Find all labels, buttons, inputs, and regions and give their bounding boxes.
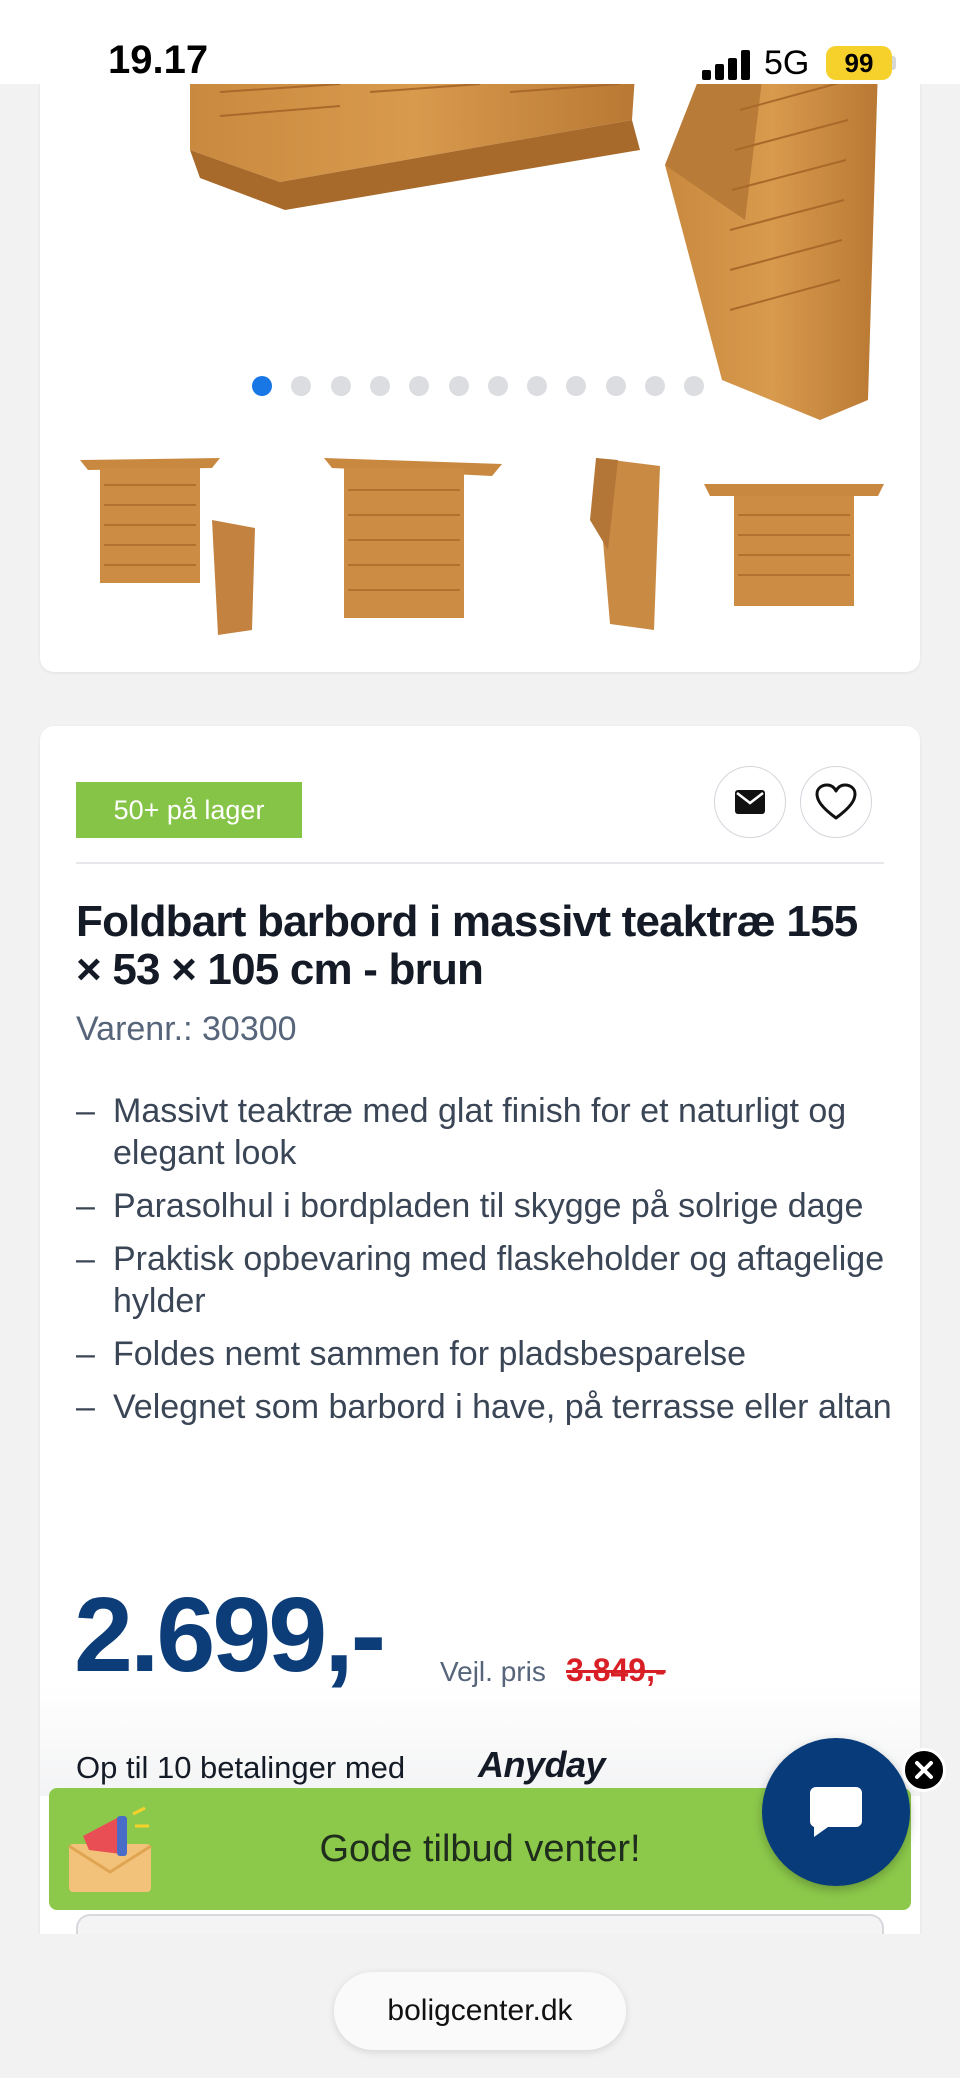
chat-bubble-icon [809,1787,862,1837]
thumbnail-1[interactable] [60,440,270,650]
gallery-dot[interactable] [645,376,665,396]
divider [76,862,884,864]
recommended-price: 3.849,- [566,1652,666,1688]
dash-icon: – [76,1335,95,1373]
feature-text: Foldes nemt sammen for pladsbesparelse [113,1335,747,1373]
sku-value: 30300 [202,1010,297,1048]
gallery-dot[interactable] [527,376,548,396]
thumbnail-strip [40,440,920,650]
feature-text: Praktisk opbevaring med flaskeholder og … [113,1240,885,1320]
wishlist-button[interactable] [800,766,872,838]
signal-icon [702,48,750,80]
browser-bottom-bar: boligcenter.dk [0,1934,960,2078]
dash-icon: – [76,1092,95,1130]
status-time: 19.17 [108,38,209,82]
feature-text: Parasolhul i bordpladen til skygge på so… [113,1187,864,1225]
sku-label: Varenr.: [76,1010,193,1048]
battery-tip [892,56,896,70]
gallery-dot[interactable] [448,376,469,396]
feature-text: Massivt teaktræ med glat finish for et n… [113,1092,847,1172]
thumbnail-4[interactable] [700,440,920,650]
chat-close-button[interactable] [902,1748,946,1792]
gallery-dot[interactable] [369,376,390,396]
thumbnail-2[interactable] [302,440,512,650]
dash-icon: – [76,1388,95,1426]
feature-item: – Parasolhul i bordpladen til skygge på s… [76,1185,896,1227]
recommended-price-label: Vejl. pris [440,1656,546,1687]
heart-icon [815,783,857,820]
gallery-dot[interactable] [605,376,626,396]
anyday-logo[interactable]: Anyday [478,1744,606,1786]
feature-item: – Foldes nemt sammen for pladsbesparelse [76,1333,896,1375]
close-icon [915,1761,933,1779]
feature-item: – Massivt teaktræ med glat finish for et … [76,1090,896,1174]
sku: Varenr.: 30300 [76,1010,297,1049]
feature-text: Velegnet som barbord i have, på terrasse… [113,1388,892,1426]
envelope-icon [735,790,765,814]
price: 2.699,- [74,1576,386,1694]
dash-icon: – [76,1187,95,1225]
installments-text: Op til 10 betalinger med [76,1750,406,1785]
gallery-dot[interactable] [487,376,508,396]
dash-icon: – [76,1240,95,1278]
chat-button[interactable] [762,1738,910,1886]
feature-item: – Praktisk opbevaring med flaskeholder og… [76,1238,896,1322]
battery-icon: 99 [826,46,892,80]
feature-list: – Massivt teaktræ med glat finish for et … [76,1090,896,1439]
gallery-dot[interactable] [330,376,351,396]
product-gallery [40,0,920,672]
product-title: Foldbart barbord i massivt teaktræ 155 ×… [76,897,858,994]
email-button[interactable] [714,766,786,838]
network-label: 5G [764,44,810,82]
gallery-dot-active[interactable] [252,376,272,396]
feature-item: – Velegnet som barbord i have, på terrass… [76,1386,896,1428]
status-bar: 19.17 5G 99 [0,0,960,84]
address-bar[interactable]: boligcenter.dk [334,1972,626,2050]
stock-badge: 50+ på lager [76,782,302,838]
